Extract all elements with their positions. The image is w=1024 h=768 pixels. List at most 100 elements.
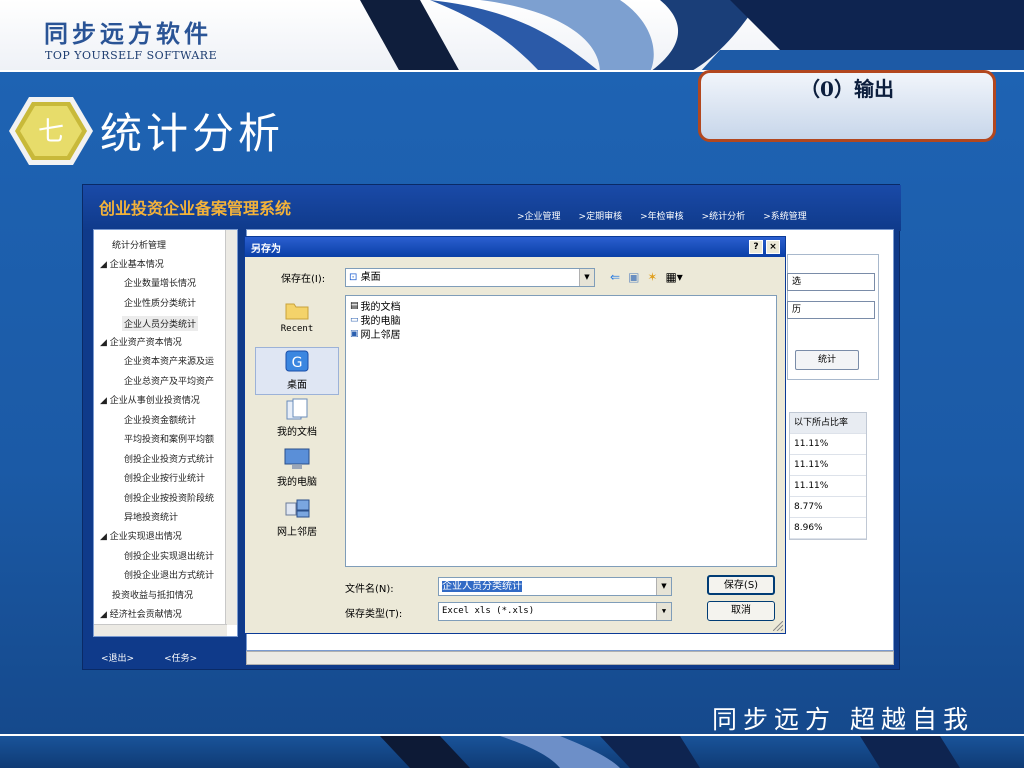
- filename-input[interactable]: 企业人员分类统计 ▼: [438, 577, 672, 596]
- tree-item[interactable]: 创投企业退出方式统计: [124, 568, 214, 581]
- statistics-button[interactable]: 统计: [795, 350, 859, 370]
- company-english-name: TOP YOURSELF SOFTWARE: [45, 49, 218, 62]
- app-title: 创业投资企业备案管理系统: [99, 199, 292, 218]
- chevron-down-icon[interactable]: ▼: [579, 269, 594, 286]
- section-number-badge: 七: [9, 97, 93, 165]
- help-button[interactable]: ?: [749, 240, 763, 254]
- save-in-value: 桌面: [360, 272, 381, 283]
- network-icon: ▣: [350, 328, 359, 339]
- tree-item[interactable]: 创投企业按投资阶段统: [124, 491, 214, 504]
- view-menu-icon[interactable]: ▦▾: [665, 270, 682, 284]
- place-my-computer[interactable]: 我的电脑: [255, 447, 339, 495]
- nav-item-statistics[interactable]: >统计分析: [702, 209, 746, 222]
- place-desktop[interactable]: G 桌面: [255, 347, 339, 395]
- nav-item-system[interactable]: >系统管理: [763, 209, 807, 222]
- close-button[interactable]: ×: [766, 240, 780, 254]
- computer-icon: [284, 448, 310, 469]
- place-label: 桌面: [287, 380, 307, 391]
- file-item[interactable]: ▤ 我的文档: [350, 298, 401, 314]
- tree-item[interactable]: 创投企业按行业统计: [124, 471, 205, 484]
- nav-item-enterprise[interactable]: >企业管理: [517, 209, 561, 222]
- table-cell: 11.11%: [790, 434, 866, 455]
- tree-item[interactable]: 企业总资产及平均资产: [124, 374, 214, 387]
- tree-item[interactable]: ◢ 企业从事创业投资情况: [100, 393, 200, 406]
- place-recent[interactable]: Recent: [255, 299, 339, 347]
- place-label: 我的文档: [277, 427, 317, 438]
- back-arrow-icon[interactable]: ⇐: [610, 270, 620, 284]
- up-folder-icon[interactable]: ▣: [628, 270, 639, 284]
- table-header: 以下所占比率: [790, 413, 866, 434]
- tree-item[interactable]: 企业数量增长情况: [124, 276, 196, 289]
- filetype-label: 保存类型(T):: [345, 609, 403, 620]
- cancel-button[interactable]: 取消: [707, 601, 775, 621]
- dialog-titlebar[interactable]: [245, 237, 785, 257]
- place-network[interactable]: 网上邻居: [255, 497, 339, 545]
- task-button[interactable]: <任务>: [164, 651, 197, 664]
- tree-item[interactable]: 统计分析管理: [112, 238, 166, 251]
- filter-select-2[interactable]: 历: [787, 301, 875, 319]
- filetype-select[interactable]: Excel xls (*.xls) ▼: [438, 602, 672, 621]
- place-label: Recent: [280, 324, 314, 334]
- app-nav: >企业管理 >定期审核 >年检审核 >统计分析 >系统管理: [517, 209, 807, 222]
- tree-horizontal-scrollbar[interactable]: [94, 624, 227, 636]
- dialog-title: 另存为: [251, 244, 281, 255]
- table-cell: 11.11%: [790, 476, 866, 497]
- place-label: 我的电脑: [277, 477, 317, 488]
- exit-button[interactable]: <退出>: [101, 651, 134, 664]
- tree-item[interactable]: 创投企业投资方式统计: [124, 452, 214, 465]
- table-cell: 8.96%: [790, 518, 866, 539]
- desktop-icon: G: [285, 350, 309, 372]
- tree-item[interactable]: 投资收益与抵扣情况: [112, 588, 193, 601]
- save-in-combo[interactable]: ⊡ 桌面 ▼: [345, 268, 595, 287]
- company-name: 同步远方软件: [44, 20, 212, 48]
- save-in-label: 保存在(I):: [281, 274, 326, 285]
- dialog-toolbar: ⇐ ▣ ✶ ▦▾: [610, 270, 683, 284]
- left-buttons: <退出> <任务>: [101, 651, 197, 664]
- file-item[interactable]: ▣ 网上邻居: [350, 326, 401, 342]
- folder-icon: [285, 303, 309, 320]
- nav-item-periodic-audit[interactable]: >定期审核: [579, 209, 623, 222]
- section-number: 七: [38, 117, 64, 147]
- tree-item[interactable]: 企业性质分类统计: [124, 296, 196, 309]
- tree-item[interactable]: 企业资本资产来源及运: [124, 354, 214, 367]
- file-list[interactable]: ▤ 我的文档 ▭ 我的电脑 ▣ 网上邻居: [345, 295, 777, 567]
- tree-item[interactable]: ◢ 企业资产资本情况: [100, 335, 182, 348]
- tree-item[interactable]: ◢ 经济社会贡献情况: [100, 607, 182, 620]
- place-label: 网上邻居: [277, 527, 317, 538]
- nav-tree: 统计分析管理 ◢ 企业基本情况 企业数量增长情况 企业性质分类统计 企业人员分类…: [93, 229, 238, 637]
- chevron-down-icon[interactable]: ▼: [656, 578, 671, 595]
- table-cell: 8.77%: [790, 497, 866, 518]
- tree-item[interactable]: 创投企业实现退出统计: [124, 549, 214, 562]
- tree-vertical-scrollbar[interactable]: [225, 230, 237, 625]
- filename-label: 文件名(N):: [345, 584, 394, 595]
- footer-decoration: [0, 734, 1024, 768]
- tree-item[interactable]: 异地投资统计: [124, 510, 178, 523]
- filetype-value: Excel xls (*.xls): [442, 606, 535, 616]
- places-bar: Recent G 桌面 我的文档 我的电脑 网上邻居: [255, 289, 339, 539]
- file-item[interactable]: ▭ 我的电脑: [350, 312, 401, 328]
- table-cell: 11.11%: [790, 455, 866, 476]
- tree-item[interactable]: 平均投资和案例平均额: [124, 432, 214, 445]
- chevron-down-icon[interactable]: ▼: [656, 603, 671, 620]
- content-horizontal-scrollbar[interactable]: [246, 651, 894, 665]
- save-as-dialog: 另存为 ? × 保存在(I): ⊡ 桌面 ▼ ⇐ ▣ ✶ ▦▾ Recent G…: [244, 236, 786, 634]
- new-folder-icon[interactable]: ✶: [647, 270, 657, 284]
- save-button[interactable]: 保存(S): [707, 575, 775, 595]
- tree-item[interactable]: ◢ 企业实现退出情况: [100, 529, 182, 542]
- place-my-documents[interactable]: 我的文档: [255, 397, 339, 445]
- filename-value: 企业人员分类统计: [442, 581, 522, 592]
- nav-item-annual-audit[interactable]: >年检审核: [640, 209, 684, 222]
- tree-item-selected[interactable]: 企业人员分类统计: [122, 316, 199, 331]
- tree-item[interactable]: 企业投资金额统计: [124, 413, 196, 426]
- documents-icon: [286, 398, 308, 420]
- result-table: 以下所占比率 11.11% 11.11% 11.11% 8.77% 8.96%: [789, 412, 867, 540]
- computer-icon: ▭: [350, 314, 359, 325]
- resize-grip-icon[interactable]: [773, 621, 783, 631]
- tree-item[interactable]: ◢ 企业基本情况: [100, 257, 164, 270]
- section-title: 统计分析: [100, 109, 285, 158]
- svg-text:G: G: [292, 355, 303, 371]
- filter-select-1[interactable]: 选: [787, 273, 875, 291]
- documents-icon: ▤: [350, 300, 359, 311]
- desktop-icon: ⊡: [349, 272, 358, 283]
- slogan: 同步远方 超越自我: [712, 705, 974, 734]
